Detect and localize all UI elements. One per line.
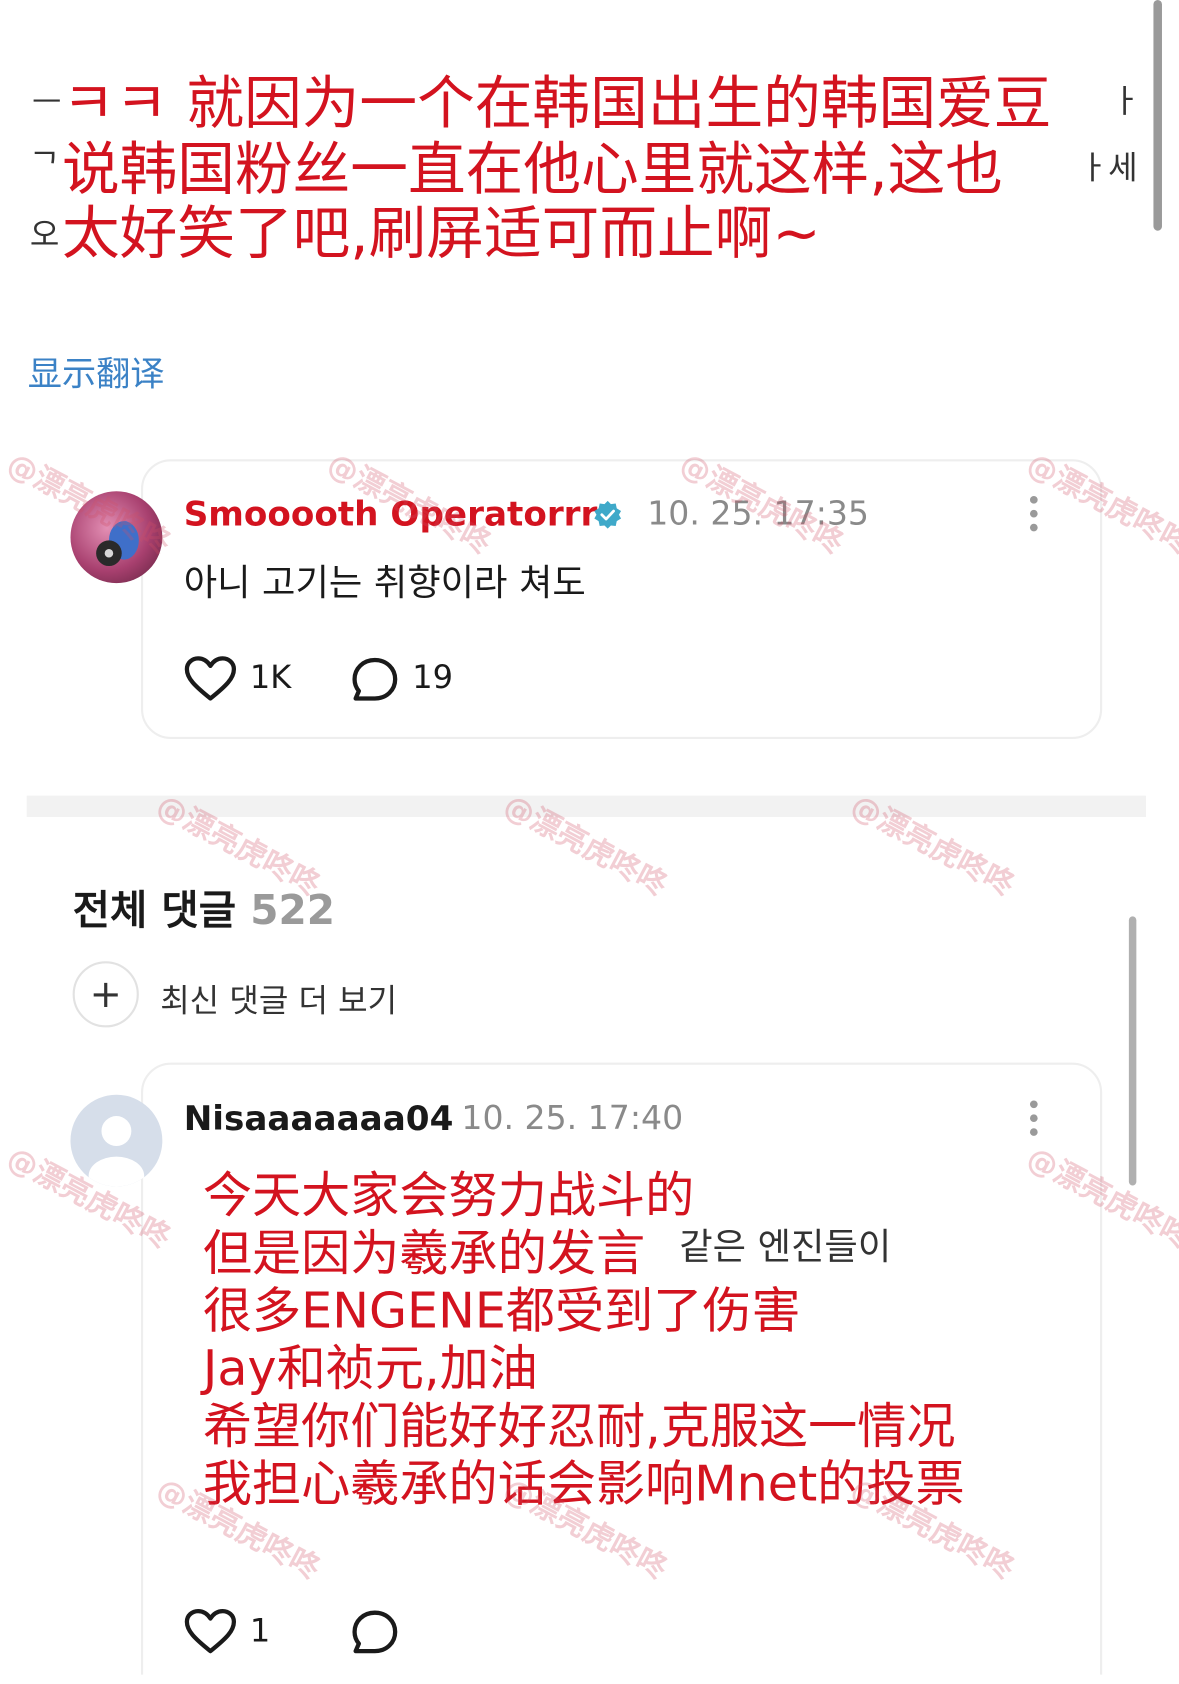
top-scrollbar[interactable] [1153, 0, 1162, 231]
verified-badge-icon [594, 500, 622, 529]
plus-icon: + [89, 972, 122, 1017]
overlay-line-3: 太好笑了吧,刷屏适可而止啊~ [61, 199, 821, 267]
translation-line-1: 今天大家会努力战斗的 [202, 1166, 695, 1224]
comment-bubble-icon[interactable] [350, 656, 399, 705]
reply-more-dots-icon[interactable] [1025, 493, 1042, 536]
comment-bubble-icon[interactable] [350, 1608, 399, 1657]
overlay-line-2: 说韩国粉丝一直在他心里就这样,这也 [61, 135, 1004, 203]
edge-glyph-right-1: ㅏ [1110, 83, 1141, 121]
comments-title: 전체 댓글 [72, 886, 237, 934]
reply-like-count: 1K [249, 658, 292, 697]
edge-glyph-right-2: ㅏ세 [1078, 149, 1138, 187]
comment-translation-overlay: 今天大家会努力战斗的 但是因为羲承的发言 很多ENGENE都受到了伤害 Jay和… [203, 1166, 965, 1512]
comments-scrollbar[interactable] [1128, 916, 1137, 1186]
reply-comment-count: 19 [412, 658, 454, 697]
comment-like-count: 1 [249, 1612, 271, 1651]
comment-author[interactable]: Nisaaaaaaa04 [184, 1098, 454, 1139]
overlay-line-1: ㅋㅋ 就因为一个在韩国出生的韩国爱豆 [61, 69, 1052, 137]
reply-text: 아니 고기는 취향이라 쳐도 [183, 561, 586, 605]
show-translation-link[interactable]: 显示翻译 [28, 347, 165, 396]
load-more-button[interactable]: + [72, 961, 139, 1028]
comment-timestamp: 10. 25. 17:40 [461, 1098, 684, 1138]
translation-line-4: Jay和祯元,加油 [202, 1339, 538, 1397]
translation-line-5: 希望你们能好好忍耐,克服这一情况 [202, 1396, 956, 1455]
screen: ᅳ ᄀ 오 ㅏ ㅏ세 ㅋㅋ 就因为一个在韩国出生的韩国爱豆 说韩国粉丝一直在他心… [0, 0, 1179, 1675]
translation-line-3: 很多ENGENE都受到了伤害 [202, 1281, 801, 1340]
edge-glyph-left-1: ᅳ [32, 83, 62, 121]
edge-glyph-left-2: ᄀ [29, 147, 60, 185]
heart-icon[interactable] [184, 656, 237, 703]
comment-heart-icon[interactable] [184, 1608, 237, 1655]
translation-line-2: 但是因为羲承的发言 [202, 1223, 646, 1282]
edge-glyph-left-3: 오 [29, 216, 60, 255]
load-more-label[interactable]: 최신 댓글 더 보기 [160, 974, 397, 1021]
